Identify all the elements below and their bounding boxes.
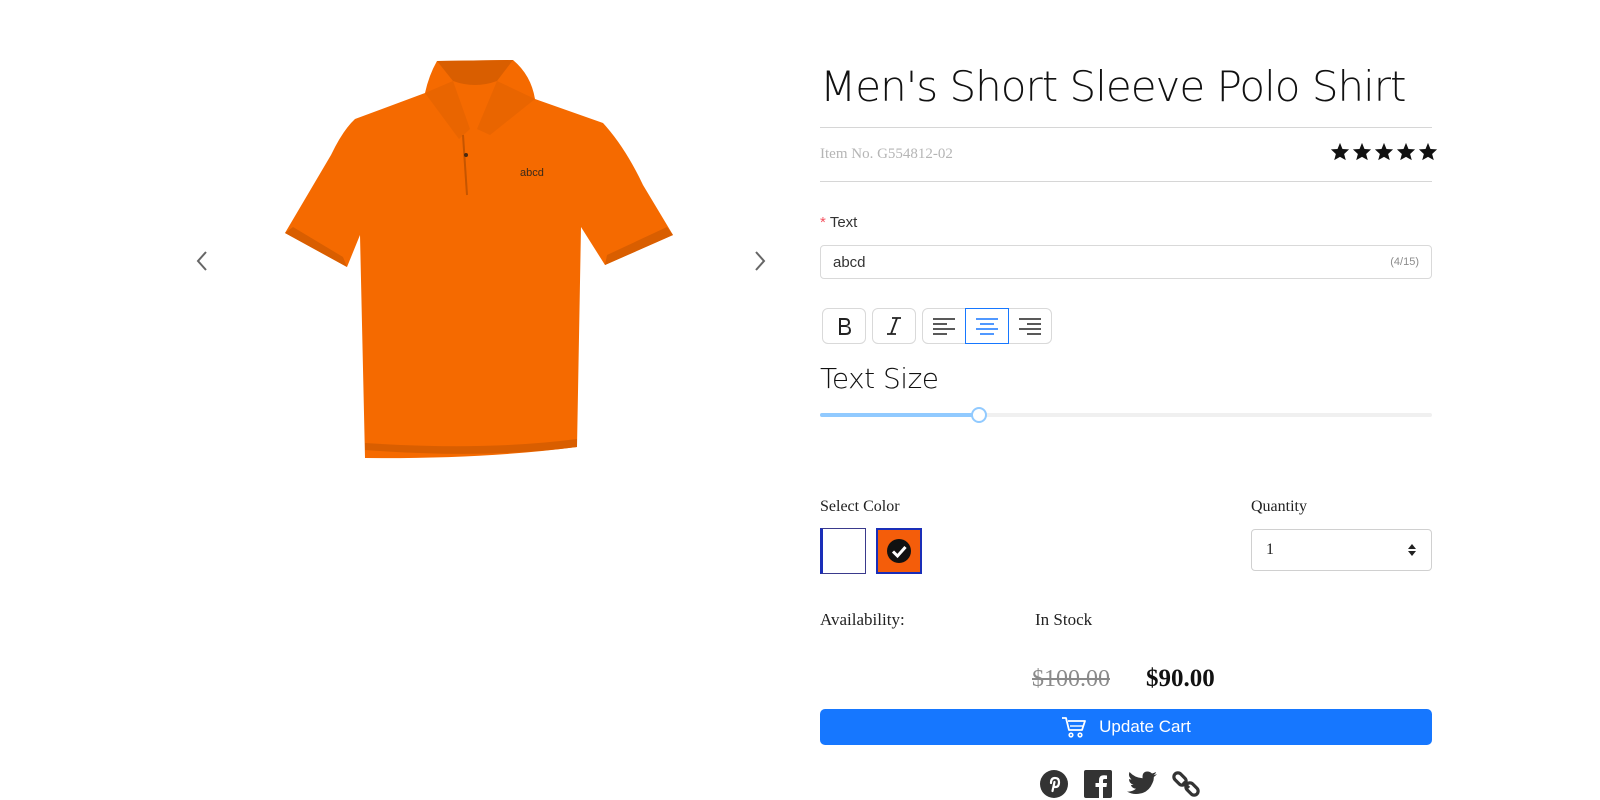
product-title: Men's Short Sleeve Polo Shirt xyxy=(820,62,1407,111)
link-icon xyxy=(1172,771,1200,797)
gallery-prev-button[interactable] xyxy=(187,246,217,276)
text-format-toolbar xyxy=(822,308,1052,344)
slider-track[interactable] xyxy=(820,413,980,417)
polo-shirt-image xyxy=(285,60,673,459)
italic-button[interactable] xyxy=(872,308,916,344)
text-field-label-text: Text xyxy=(829,214,858,231)
custom-text-input[interactable]: abcd (4/15) xyxy=(820,245,1432,279)
custom-text-value[interactable]: abcd xyxy=(833,254,1390,271)
slider-handle[interactable] xyxy=(971,407,988,423)
product-image: abcd xyxy=(285,55,675,470)
align-right-button[interactable] xyxy=(1008,308,1052,344)
text-size-title: Text Size xyxy=(820,362,939,395)
meta-divider xyxy=(820,181,1432,182)
check-circle-icon xyxy=(887,539,911,563)
gallery-indicator[interactable] xyxy=(463,458,497,461)
color-swatch-orange[interactable] xyxy=(876,528,922,574)
select-color-label: Select Color xyxy=(820,498,900,515)
character-counter: (4/15) xyxy=(1390,256,1419,268)
facebook-share-button[interactable] xyxy=(1082,768,1114,800)
bold-icon xyxy=(839,318,851,335)
item-number: Item No. G554812-02 xyxy=(820,146,953,162)
twitter-share-button[interactable] xyxy=(1126,768,1158,800)
alignment-group xyxy=(922,308,1052,344)
sort-arrows-icon xyxy=(1408,544,1416,556)
quantity-value: 1 xyxy=(1266,541,1274,558)
quantity-label: Quantity xyxy=(1251,498,1307,515)
align-right-icon xyxy=(1019,318,1041,335)
star-icon xyxy=(1330,142,1350,161)
pinterest-icon xyxy=(1040,770,1068,798)
original-price: $100.00 xyxy=(1032,666,1110,692)
chevron-left-icon xyxy=(196,251,207,271)
align-center-button[interactable] xyxy=(965,308,1009,344)
pinterest-share-button[interactable] xyxy=(1038,768,1070,800)
text-size-slider[interactable] xyxy=(820,404,1432,424)
italic-icon xyxy=(887,317,901,335)
chevron-right-icon xyxy=(755,251,766,271)
title-divider xyxy=(820,127,1432,128)
update-cart-label: Update Cart xyxy=(1099,717,1191,736)
twitter-icon xyxy=(1127,771,1157,794)
share-links xyxy=(1038,768,1202,800)
copy-link-button[interactable] xyxy=(1170,768,1202,800)
star-icon xyxy=(1352,142,1372,161)
star-icon xyxy=(1374,142,1394,161)
update-cart-button[interactable]: Update Cart xyxy=(820,709,1432,745)
availability-value: In Stock xyxy=(1035,610,1093,629)
rating-stars xyxy=(1330,142,1438,161)
gallery-next-button[interactable] xyxy=(745,246,775,276)
required-mark: * xyxy=(820,214,826,231)
cart-icon xyxy=(1062,717,1087,738)
color-swatch-white[interactable] xyxy=(820,528,866,574)
current-price: $90.00 xyxy=(1146,665,1215,692)
star-icon xyxy=(1396,142,1416,161)
facebook-icon xyxy=(1084,770,1112,798)
quantity-select[interactable]: 1 xyxy=(1251,529,1432,571)
availability-label: Availability: xyxy=(820,610,905,629)
align-left-icon xyxy=(933,318,955,335)
bold-button[interactable] xyxy=(822,308,866,344)
text-field-label: * Text xyxy=(820,214,857,231)
shirt-preview-text: abcd xyxy=(520,167,544,179)
star-icon xyxy=(1418,142,1438,161)
align-left-button[interactable] xyxy=(922,308,966,344)
align-center-icon xyxy=(976,318,998,335)
